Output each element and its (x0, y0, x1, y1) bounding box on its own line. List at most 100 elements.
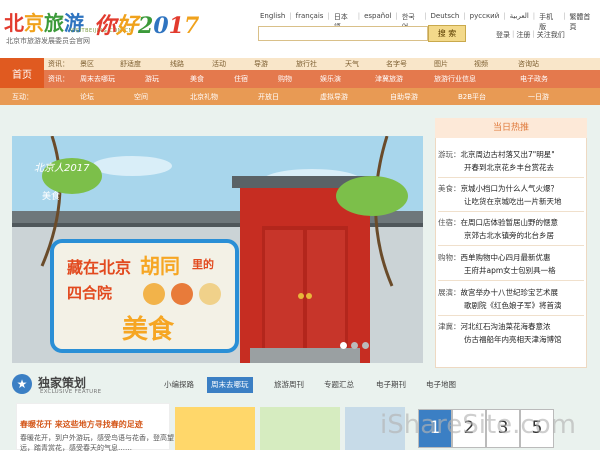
hot-item[interactable]: 游玩：北京周边古村落又出7"明星" 开春到北京花乡丰台赏花去 (438, 148, 586, 174)
register-link[interactable]: 注册 (516, 30, 530, 40)
nav-info-center[interactable]: 咨询站 (518, 58, 539, 70)
hot-title: 当日热推 (435, 118, 587, 138)
account-links: 登录 | 注册 | 关注我们 (496, 30, 565, 40)
nav-videos[interactable]: 视频 (474, 58, 488, 70)
nav-routes[interactable]: 线路 (170, 58, 184, 70)
hot-item[interactable]: 美食：京城小档口为什么人气火爆？ 让吃货在京城吃出一片新天地 (438, 182, 586, 208)
hot-item-line1[interactable]: 在周口店体验暂居山野的惬意 (461, 218, 559, 227)
hot-item-category: 津冀： (438, 322, 461, 331)
hot-item-line2[interactable]: 让吃货在京城吃出一片新天地 (438, 197, 562, 206)
hot-divider (438, 280, 584, 281)
tab-weekend[interactable]: 周末去哪玩 (207, 377, 253, 393)
hot-divider (438, 315, 584, 316)
mobile-version-link[interactable]: 手机版 (535, 12, 563, 32)
nav-comfort[interactable]: 舒适度 (120, 58, 141, 70)
traditional-chinese-link[interactable]: 繁體首頁 (565, 12, 600, 32)
thumbnail-image[interactable] (175, 407, 255, 450)
hot-item-line2[interactable]: 开春到北京花乡丰台赏花去 (438, 163, 554, 172)
hot-item[interactable]: 购物：西单购物中心四月最新优惠 王府井apm女士包别具一格 (438, 251, 586, 277)
nav-shows[interactable]: 娱乐演 (320, 70, 341, 88)
nav-home[interactable]: 首页 (0, 58, 44, 88)
search-input[interactable] (258, 26, 428, 41)
nav-shopping[interactable]: 购物 (278, 70, 292, 88)
nav-self-guide[interactable]: 自助导游 (390, 88, 418, 105)
logo-subtitle: 北京市旅游发展委员会官网 (6, 37, 90, 45)
nav-photos[interactable]: 图片 (434, 58, 448, 70)
pagination: 1 2 3 5 (418, 409, 554, 448)
search-button[interactable]: 搜 索 (428, 25, 466, 42)
hot-item-line2[interactable]: 歌剧院《红色娘子军》将首演 (438, 301, 562, 310)
hot-item[interactable]: 住宿：在周口店体验暂居山野的惬意 京郊古北水镇旁的北台乡居 (438, 216, 586, 242)
hot-item-line1[interactable]: 河北红石沟油菜花海春意浓 (461, 322, 551, 331)
hot-item-category: 游玩： (438, 150, 461, 159)
nav-top-row: 资讯： 景区 舒适度 线路 活动 导游 旅行社 天气 名字号 图片 视频 咨询站 (0, 58, 600, 70)
nav-guide[interactable]: 导游 (254, 58, 268, 70)
feature-text-line1: 春暖花开，到户外游玩，感受鸟语与花香，登高望 (20, 434, 174, 442)
page-3-button[interactable]: 3 (486, 409, 520, 448)
hot-divider (438, 245, 584, 246)
page-2-button[interactable]: 2 (452, 409, 486, 448)
nav-gifts[interactable]: 北京礼物 (190, 88, 218, 105)
feature-title[interactable]: 春暖花开 来这些地方寻找春的足迹 (20, 419, 143, 430)
exclusive-subtitle: EXCLUSIVE FEATURE (40, 389, 102, 395)
nav-virtual-guide[interactable]: 虚拟导游 (320, 88, 348, 105)
nav-b2b[interactable]: B2B平台 (458, 88, 486, 105)
nav-space[interactable]: 空间 (134, 88, 148, 105)
page-5-button[interactable]: 5 (520, 409, 554, 448)
nav-scenic[interactable]: 景区 (80, 58, 94, 70)
tab-emap[interactable]: 电子地图 (422, 377, 460, 393)
nav-main-label: 资讯： (48, 75, 69, 83)
nav-egov[interactable]: 电子政务 (520, 70, 548, 88)
hot-item-category: 住宿： (438, 218, 461, 227)
nav-stay[interactable]: 住宿 (234, 70, 248, 88)
nav-open-day[interactable]: 开放日 (258, 88, 279, 105)
nav-industry[interactable]: 旅游行业信息 (434, 70, 476, 88)
headline-a: 藏在北京 (67, 258, 131, 277)
nav-jinji[interactable]: 津冀旅游 (375, 70, 403, 88)
headline-c: 里的 (192, 257, 214, 271)
hot-item-line2[interactable]: 王府井apm女士包别具一格 (438, 266, 556, 275)
hot-item-line1[interactable]: 北京周边古村落又出7"明星" (461, 150, 555, 159)
hot-item-category: 购物： (438, 253, 461, 262)
login-link[interactable]: 登录 (496, 30, 510, 40)
nav-food[interactable]: 美食 (190, 70, 204, 88)
thumbnail-image[interactable] (260, 407, 340, 450)
tab-weekly[interactable]: 旅游周刊 (270, 377, 308, 393)
lang-russian[interactable]: русский (466, 12, 504, 32)
nav-interact-row: 互动： 论坛 空间 北京礼物 开放日 虚拟导游 自助导游 B2B平台 一日游 (0, 88, 600, 105)
star-icon: ★ (12, 374, 32, 394)
hot-item[interactable]: 津冀：河北红石沟油菜花海春意浓 仿古福船年内亮相天津海博馆 (438, 320, 586, 346)
banner-dot[interactable] (340, 342, 347, 349)
banner-pagination (340, 342, 369, 349)
thumbnail-image[interactable] (345, 407, 405, 450)
slogan: 你好2017 (94, 13, 200, 39)
nav-events[interactable]: 活动 (212, 58, 226, 70)
nav-play[interactable]: 游玩 (145, 70, 159, 88)
hot-item[interactable]: 展演：故宫举办十八世纪珍宝艺术展 歌剧院《红色娘子军》将首演 (438, 286, 586, 312)
follow-us-link[interactable]: 关注我们 (537, 30, 565, 40)
tab-ejournal[interactable]: 电子期刊 (372, 377, 410, 393)
tab-editor-picks[interactable]: 小编探路 (160, 377, 198, 393)
tab-topics[interactable]: 专题汇总 (320, 377, 358, 393)
nav-forum[interactable]: 论坛 (80, 88, 94, 105)
hot-item-category: 美食： (438, 184, 461, 193)
banner-dot[interactable] (351, 342, 358, 349)
lang-arabic[interactable]: العربية (506, 12, 533, 32)
nav-day-tour[interactable]: 一日游 (528, 88, 549, 105)
feature-text-line2: 远，踏青赏花，感受春天的气息…… (20, 444, 132, 452)
nav-brands[interactable]: 名字号 (386, 58, 407, 70)
hot-item-line1[interactable]: 西单购物中心四月最新优惠 (461, 253, 551, 262)
banner-dot[interactable] (362, 342, 369, 349)
hot-item-line1[interactable]: 京城小档口为什么人气火爆？ (461, 184, 559, 193)
nav-weather[interactable]: 天气 (345, 58, 359, 70)
hot-item-line2[interactable]: 仿古福船年内亮相天津海博馆 (438, 335, 562, 344)
nav-agency[interactable]: 旅行社 (296, 58, 317, 70)
page-1-button[interactable]: 1 (418, 409, 452, 448)
header: 北京旅游 VISITBEIJING.COM.CN 北京市旅游发展委员会官网 你好… (0, 0, 600, 58)
nav-top-label: 资讯： (48, 60, 69, 68)
hot-item-line2[interactable]: 京郊古北水镇旁的北台乡居 (438, 231, 554, 240)
banner-label: 北京人2017 (34, 163, 90, 174)
nav-main-row: 资讯： 周末去哪玩 游玩 美食 住宿 购物 娱乐演 津冀旅游 旅游行业信息 电子… (0, 70, 600, 88)
nav-weekend[interactable]: 周末去哪玩 (80, 70, 115, 88)
hot-item-line1[interactable]: 故宫举办十八世纪珍宝艺术展 (461, 288, 559, 297)
